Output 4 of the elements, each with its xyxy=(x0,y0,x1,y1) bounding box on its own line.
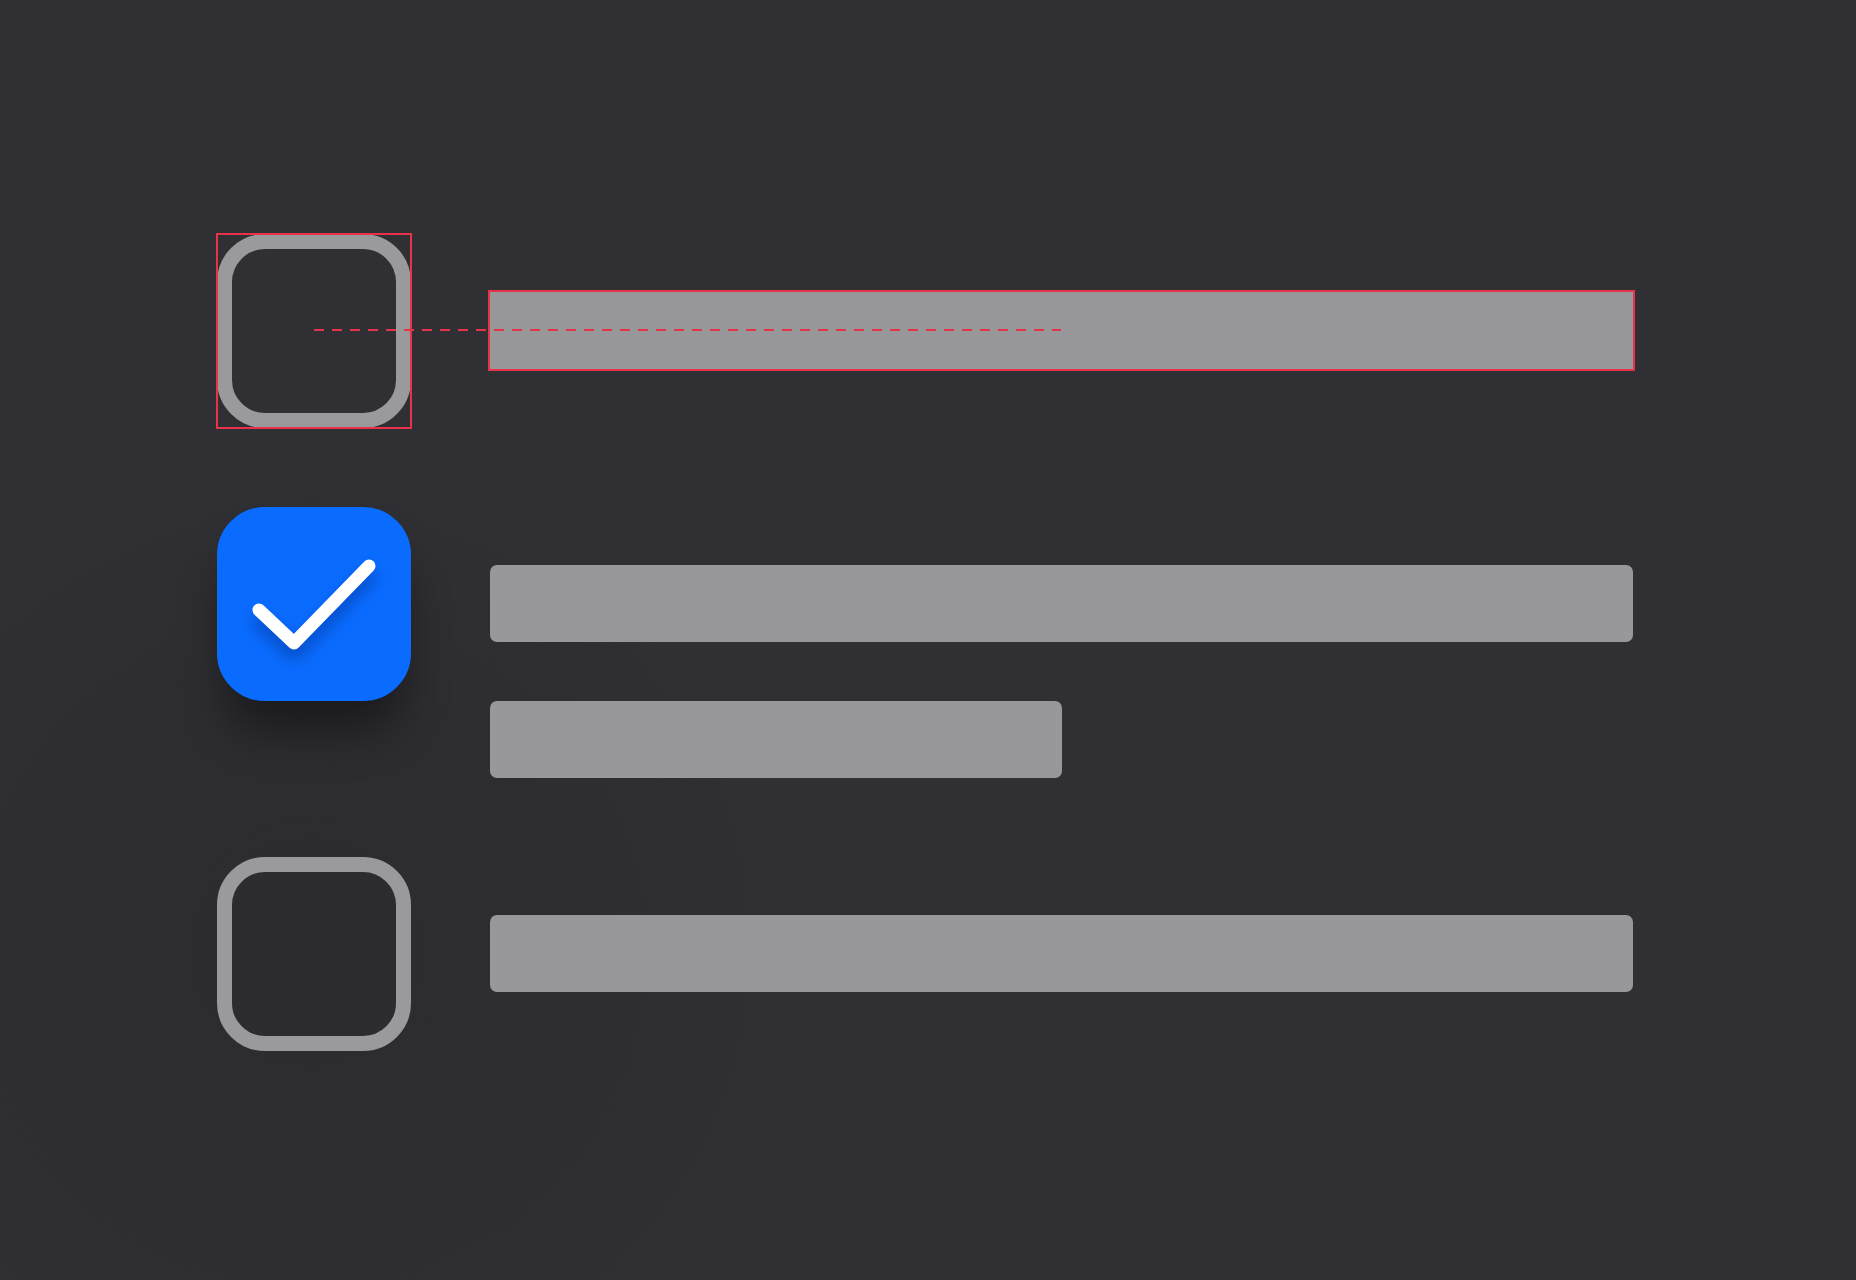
checkbox[interactable] xyxy=(217,234,411,428)
check-icon xyxy=(252,558,376,650)
checkbox[interactable] xyxy=(217,857,411,1051)
checkbox[interactable] xyxy=(217,507,411,701)
